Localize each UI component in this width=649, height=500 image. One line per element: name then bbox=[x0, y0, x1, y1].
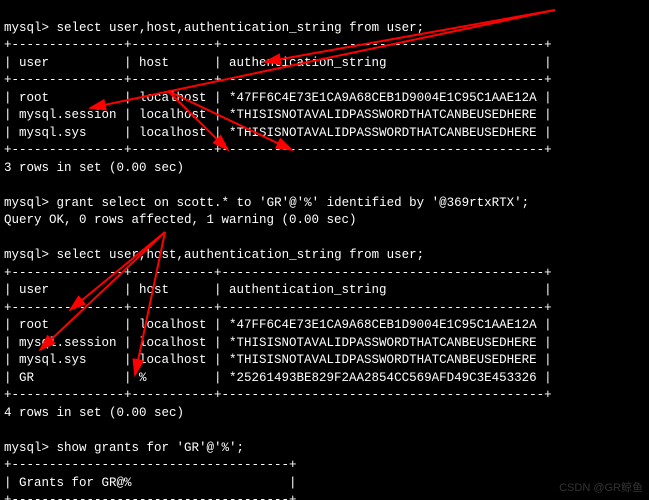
table-row: | mysql.session | localhost | *THISISNOT… bbox=[4, 108, 552, 122]
query-result: Query OK, 0 rows affected, 1 warning (0.… bbox=[4, 213, 357, 227]
table-border: +---------------+-----------+-----------… bbox=[4, 388, 552, 402]
sql-command: grant select on scott.* to 'GR'@'%' iden… bbox=[57, 196, 530, 210]
table-header: | user | host | authentication_string | bbox=[4, 283, 552, 297]
result-summary: 4 rows in set (0.00 sec) bbox=[4, 406, 184, 420]
prompt: mysql> bbox=[4, 248, 49, 262]
prompt: mysql> bbox=[4, 196, 49, 210]
table-row: | mysql.sys | localhost | *THISISNOTAVAL… bbox=[4, 126, 552, 140]
table-border: +---------------+-----------+-----------… bbox=[4, 73, 552, 87]
table-row: | root | localhost | *47FF6C4E73E1CA9A68… bbox=[4, 91, 552, 105]
prompt: mysql> bbox=[4, 21, 49, 35]
table-row: | GR | % | *25261493BE829F2AA2854CC569AF… bbox=[4, 371, 552, 385]
table-border: +---------------+-----------+-----------… bbox=[4, 266, 552, 280]
result-summary: 3 rows in set (0.00 sec) bbox=[4, 161, 184, 175]
table-border: +-------------------------------------+ bbox=[4, 458, 297, 472]
table-border: +---------------+-----------+-----------… bbox=[4, 38, 552, 52]
table-row: | mysql.sys | localhost | *THISISNOTAVAL… bbox=[4, 353, 552, 367]
sql-command: show grants for 'GR'@'%'; bbox=[57, 441, 245, 455]
sql-command: select user,host,authentication_string f… bbox=[57, 248, 425, 262]
table-border: +---------------+-----------+-----------… bbox=[4, 143, 552, 157]
terminal-output: mysql> select user,host,authentication_s… bbox=[0, 0, 649, 500]
table-row: | root | localhost | *47FF6C4E73E1CA9A68… bbox=[4, 318, 552, 332]
watermark: CSDN @GR鲸鱼 bbox=[559, 481, 643, 496]
table-border: +-------------------------------------+ bbox=[4, 493, 297, 500]
table-border: +---------------+-----------+-----------… bbox=[4, 301, 552, 315]
prompt: mysql> bbox=[4, 441, 49, 455]
table-header: | Grants for GR@% | bbox=[4, 476, 297, 490]
table-header: | user | host | authentication_string | bbox=[4, 56, 552, 70]
sql-command: select user,host,authentication_string f… bbox=[57, 21, 425, 35]
table-row: | mysql.session | localhost | *THISISNOT… bbox=[4, 336, 552, 350]
